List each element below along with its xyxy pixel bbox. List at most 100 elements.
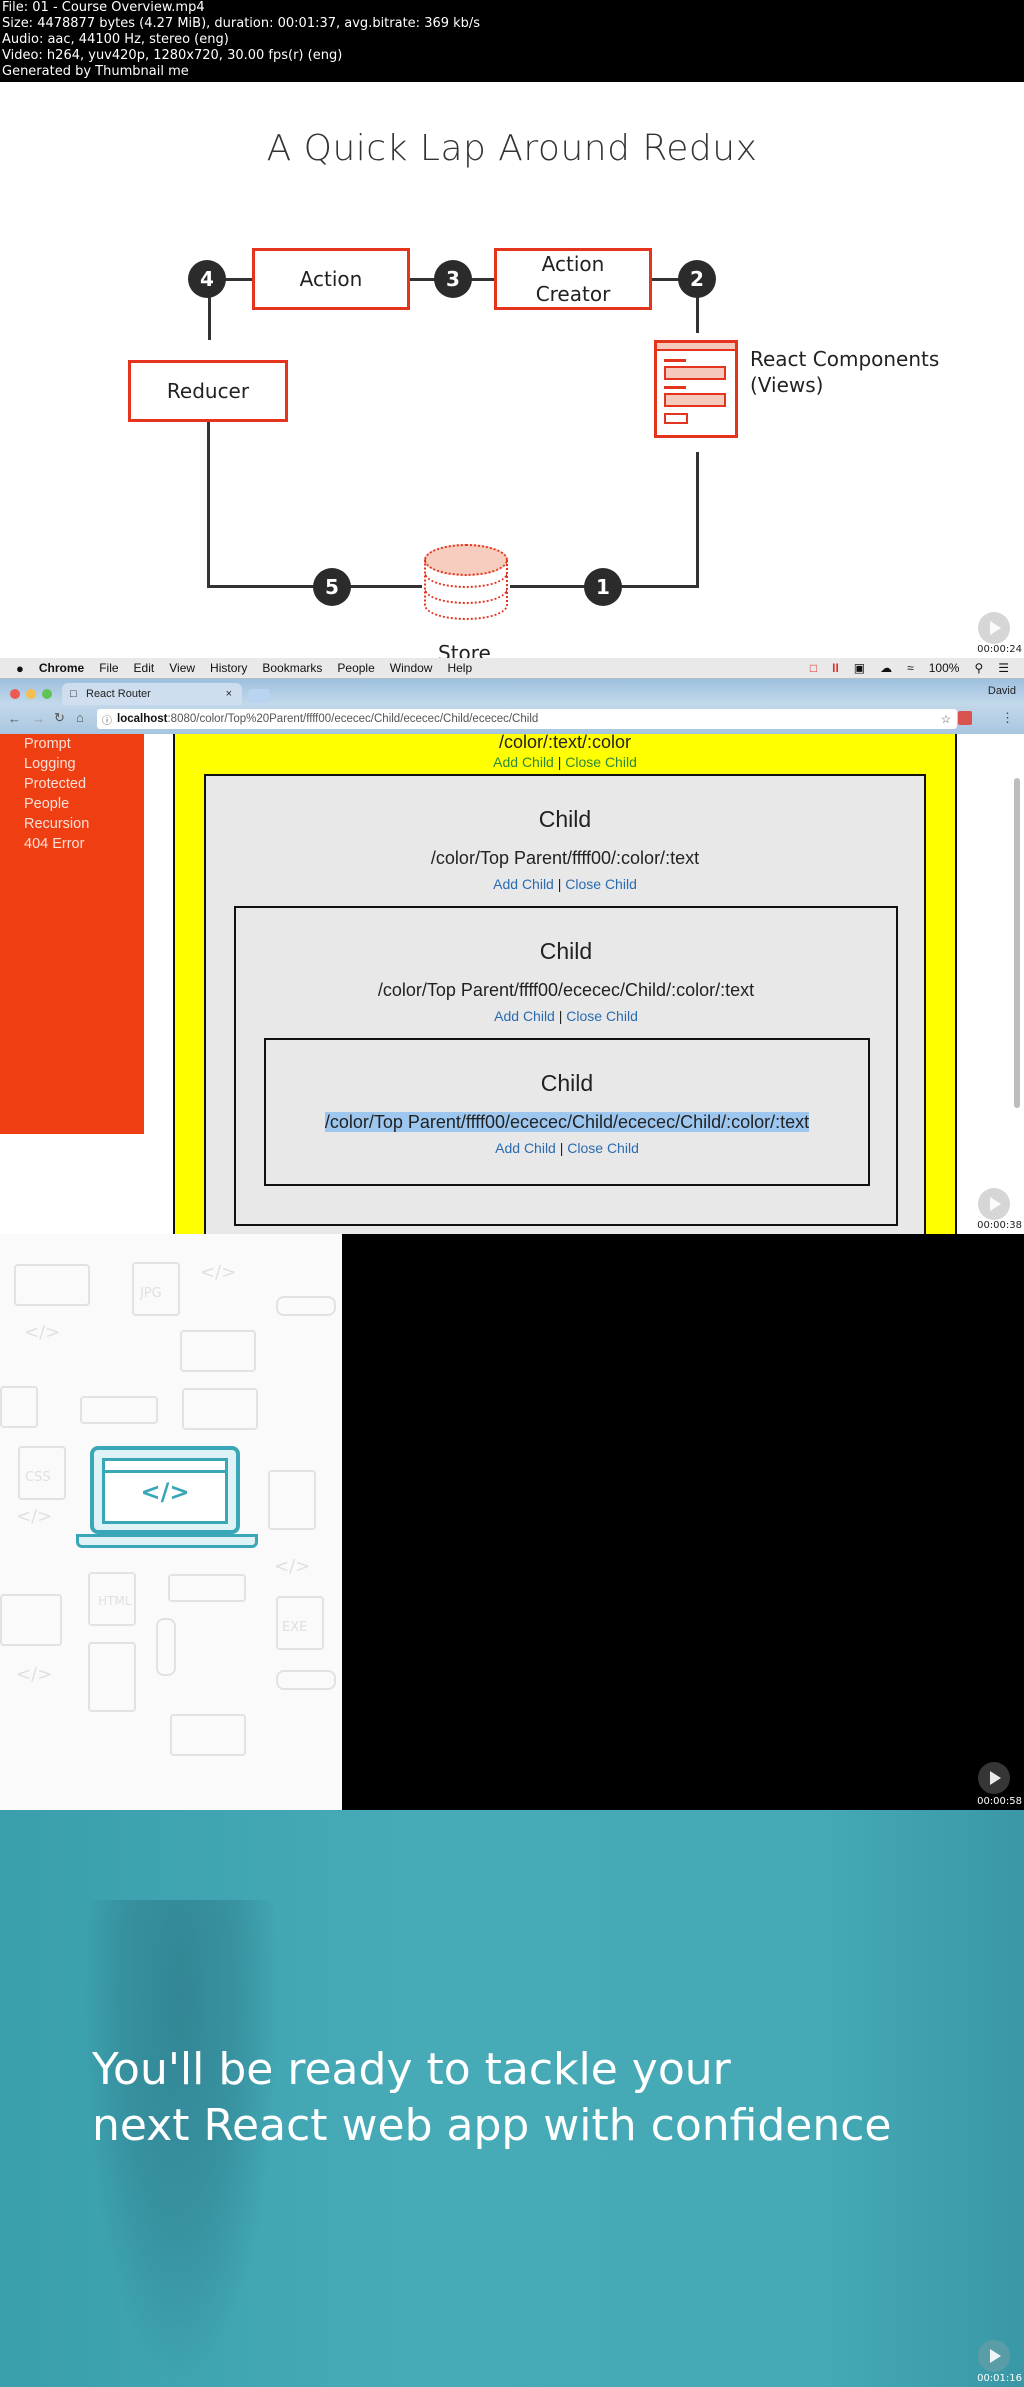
info-icon[interactable]: ⓘ — [102, 712, 112, 727]
menu-edit[interactable]: Edit — [134, 661, 155, 675]
extension-icon[interactable] — [958, 711, 972, 725]
file-info-header: File: 01 - Course Overview.mp4 Size: 447… — [0, 0, 1024, 82]
add-child-link[interactable]: Add Child — [494, 1008, 555, 1024]
icon-pattern-background: JPG </> </> CSS </> </> HTML EXE </> </> — [0, 1234, 342, 1810]
child-actions: Add Child | Close Child — [236, 1008, 896, 1024]
apple-icon[interactable]: ● — [16, 661, 24, 676]
link-separator: | — [557, 754, 562, 770]
frame-closing-tagline: You'll be ready to tackle your next Reac… — [0, 1810, 1024, 2387]
react-components-label: React Components (Views) — [750, 347, 940, 397]
play-icon — [978, 1188, 1010, 1220]
sidebar-link-protected[interactable]: Protected — [0, 774, 144, 794]
menu-window[interactable]: Window — [390, 661, 433, 675]
frame-timestamp: 00:00:58 — [977, 1796, 1022, 1807]
child-title: Child — [538, 806, 592, 832]
generator-info: Generated by Thumbnail me — [2, 64, 189, 79]
pause-icon[interactable]: II — [832, 661, 839, 675]
frame-timestamp: 00:00:38 — [977, 1220, 1022, 1231]
chrome-toolbar: □ React Router × David ← → ↻ ⌂ ⓘ localho… — [0, 679, 1024, 734]
close-window-button[interactable] — [10, 689, 20, 699]
css-label: CSS — [25, 1470, 51, 1485]
top-parent-path: /color/:text/:color — [498, 732, 632, 752]
menu-view[interactable]: View — [169, 661, 195, 675]
brick-wall-icon — [180, 1330, 256, 1372]
profile-name[interactable]: David — [988, 685, 1016, 697]
recording-icon[interactable]: □ — [810, 661, 817, 675]
child-panel-1: Child /color/Top Parent/ffff00/:color/:t… — [204, 774, 926, 1234]
add-child-link[interactable]: Add Child — [493, 876, 554, 892]
tagline: You'll be ready to tackle your next Reac… — [92, 2042, 892, 2154]
chain-link-icon — [276, 1296, 336, 1316]
link-separator: | — [557, 876, 562, 892]
step-badge-5: 5 — [313, 568, 351, 606]
frame-redux-diagram: A Quick Lap Around Redux Action Action C… — [0, 82, 1024, 658]
browser-tab[interactable]: □ React Router × — [62, 683, 242, 705]
react-components-icon — [654, 340, 738, 438]
tab-close-icon[interactable]: × — [226, 688, 232, 700]
top-parent-panel: /color/:text/:color Add Child | Close Ch… — [173, 732, 957, 1234]
minimize-window-button[interactable] — [26, 689, 36, 699]
audio-info: Audio: aac, 44100 Hz, stereo (eng) — [2, 32, 229, 47]
sidebar-link-recursion[interactable]: Recursion — [0, 814, 144, 834]
child-panel-2: Child /color/Top Parent/ffff00/ececec/Ch… — [234, 906, 898, 1226]
child-actions: Add Child | Close Child — [266, 1140, 868, 1156]
sidebar-link-logging[interactable]: Logging — [0, 754, 144, 774]
home-icon[interactable]: ⌂ — [76, 710, 84, 725]
spotlight-search-icon[interactable]: ⚲ — [974, 661, 983, 675]
slide-title: A Quick Lap Around Redux — [266, 128, 758, 169]
tab-title: React Router — [86, 688, 151, 700]
menu-history[interactable]: History — [210, 661, 247, 675]
vertical-scrollbar[interactable] — [1014, 778, 1020, 1108]
reload-icon[interactable]: ↻ — [54, 710, 65, 726]
child-path: /color/Top Parent/ffff00/:color/:text — [430, 848, 700, 868]
add-child-link[interactable]: Add Child — [493, 754, 554, 770]
menu-chrome[interactable]: Chrome — [39, 661, 84, 675]
menu-bookmarks[interactable]: Bookmarks — [262, 661, 322, 675]
close-child-link[interactable]: Close Child — [565, 876, 637, 892]
notification-list-icon[interactable]: ☰ — [998, 661, 1009, 675]
maximize-window-button[interactable] — [42, 689, 52, 699]
html-label: HTML — [98, 1594, 132, 1608]
new-tab-button[interactable] — [248, 689, 270, 703]
store-icon — [424, 544, 508, 628]
tablet-icon — [0, 1594, 62, 1646]
add-child-link[interactable]: Add Child — [495, 1140, 556, 1156]
display-icon[interactable]: ▣ — [854, 661, 865, 675]
child-actions: Add Child | Close Child — [206, 876, 924, 892]
link-separator: | — [559, 1140, 564, 1156]
file-size: Size: 4478877 bytes (4.27 MiB), duration… — [2, 16, 481, 31]
link-separator: | — [558, 1008, 563, 1024]
menu-help[interactable]: Help — [447, 661, 472, 675]
step-badge-1: 1 — [584, 568, 622, 606]
close-child-link[interactable]: Close Child — [565, 754, 637, 770]
reducer-box: Reducer — [128, 360, 288, 422]
child-path-selected: /color/Top Parent/ffff00/ececec/Child/ec… — [266, 1112, 868, 1133]
wifi-icon[interactable]: ≈ — [907, 661, 914, 675]
sidebar-link-people[interactable]: People — [0, 794, 144, 814]
forward-icon[interactable]: → — [32, 711, 45, 726]
code-tag-icon: </> — [274, 1556, 311, 1577]
code-tag-icon: </> — [200, 1262, 237, 1283]
laptop-code-icon: </> — [76, 1446, 260, 1554]
file-name: File: 01 - Course Overview.mp4 — [2, 0, 205, 15]
sidebar-link-404-error[interactable]: 404 Error — [0, 834, 144, 854]
code-tag-icon: </> — [24, 1322, 61, 1343]
menu-people[interactable]: People — [337, 661, 374, 675]
bookmark-star-icon[interactable]: ☆ — [941, 712, 951, 726]
url-host: localhost — [117, 713, 168, 725]
chrome-menu-icon[interactable]: ⋮ — [1001, 710, 1014, 726]
sidebar-nav: Prompt Logging Protected People Recursio… — [0, 734, 144, 1134]
close-child-link[interactable]: Close Child — [566, 1008, 638, 1024]
address-bar[interactable]: ⓘ localhost:8080/color/Top%20Parent/ffff… — [97, 709, 957, 729]
menu-file[interactable]: File — [99, 661, 118, 675]
tagline-line-2: next React web app with confidence — [92, 2100, 892, 2151]
cloud-icon[interactable]: ☁ — [880, 661, 892, 675]
sidebar-link-prompt[interactable]: Prompt — [0, 734, 144, 754]
child-panel-3: Child /color/Top Parent/ffff00/ececec/Ch… — [264, 1038, 870, 1186]
back-icon[interactable]: ← — [8, 711, 21, 726]
connector-line — [696, 452, 699, 588]
close-child-link[interactable]: Close Child — [567, 1140, 639, 1156]
ereader-icon — [268, 1470, 316, 1530]
chain-link-icon — [156, 1618, 176, 1676]
brick-wall-icon — [0, 1386, 38, 1428]
